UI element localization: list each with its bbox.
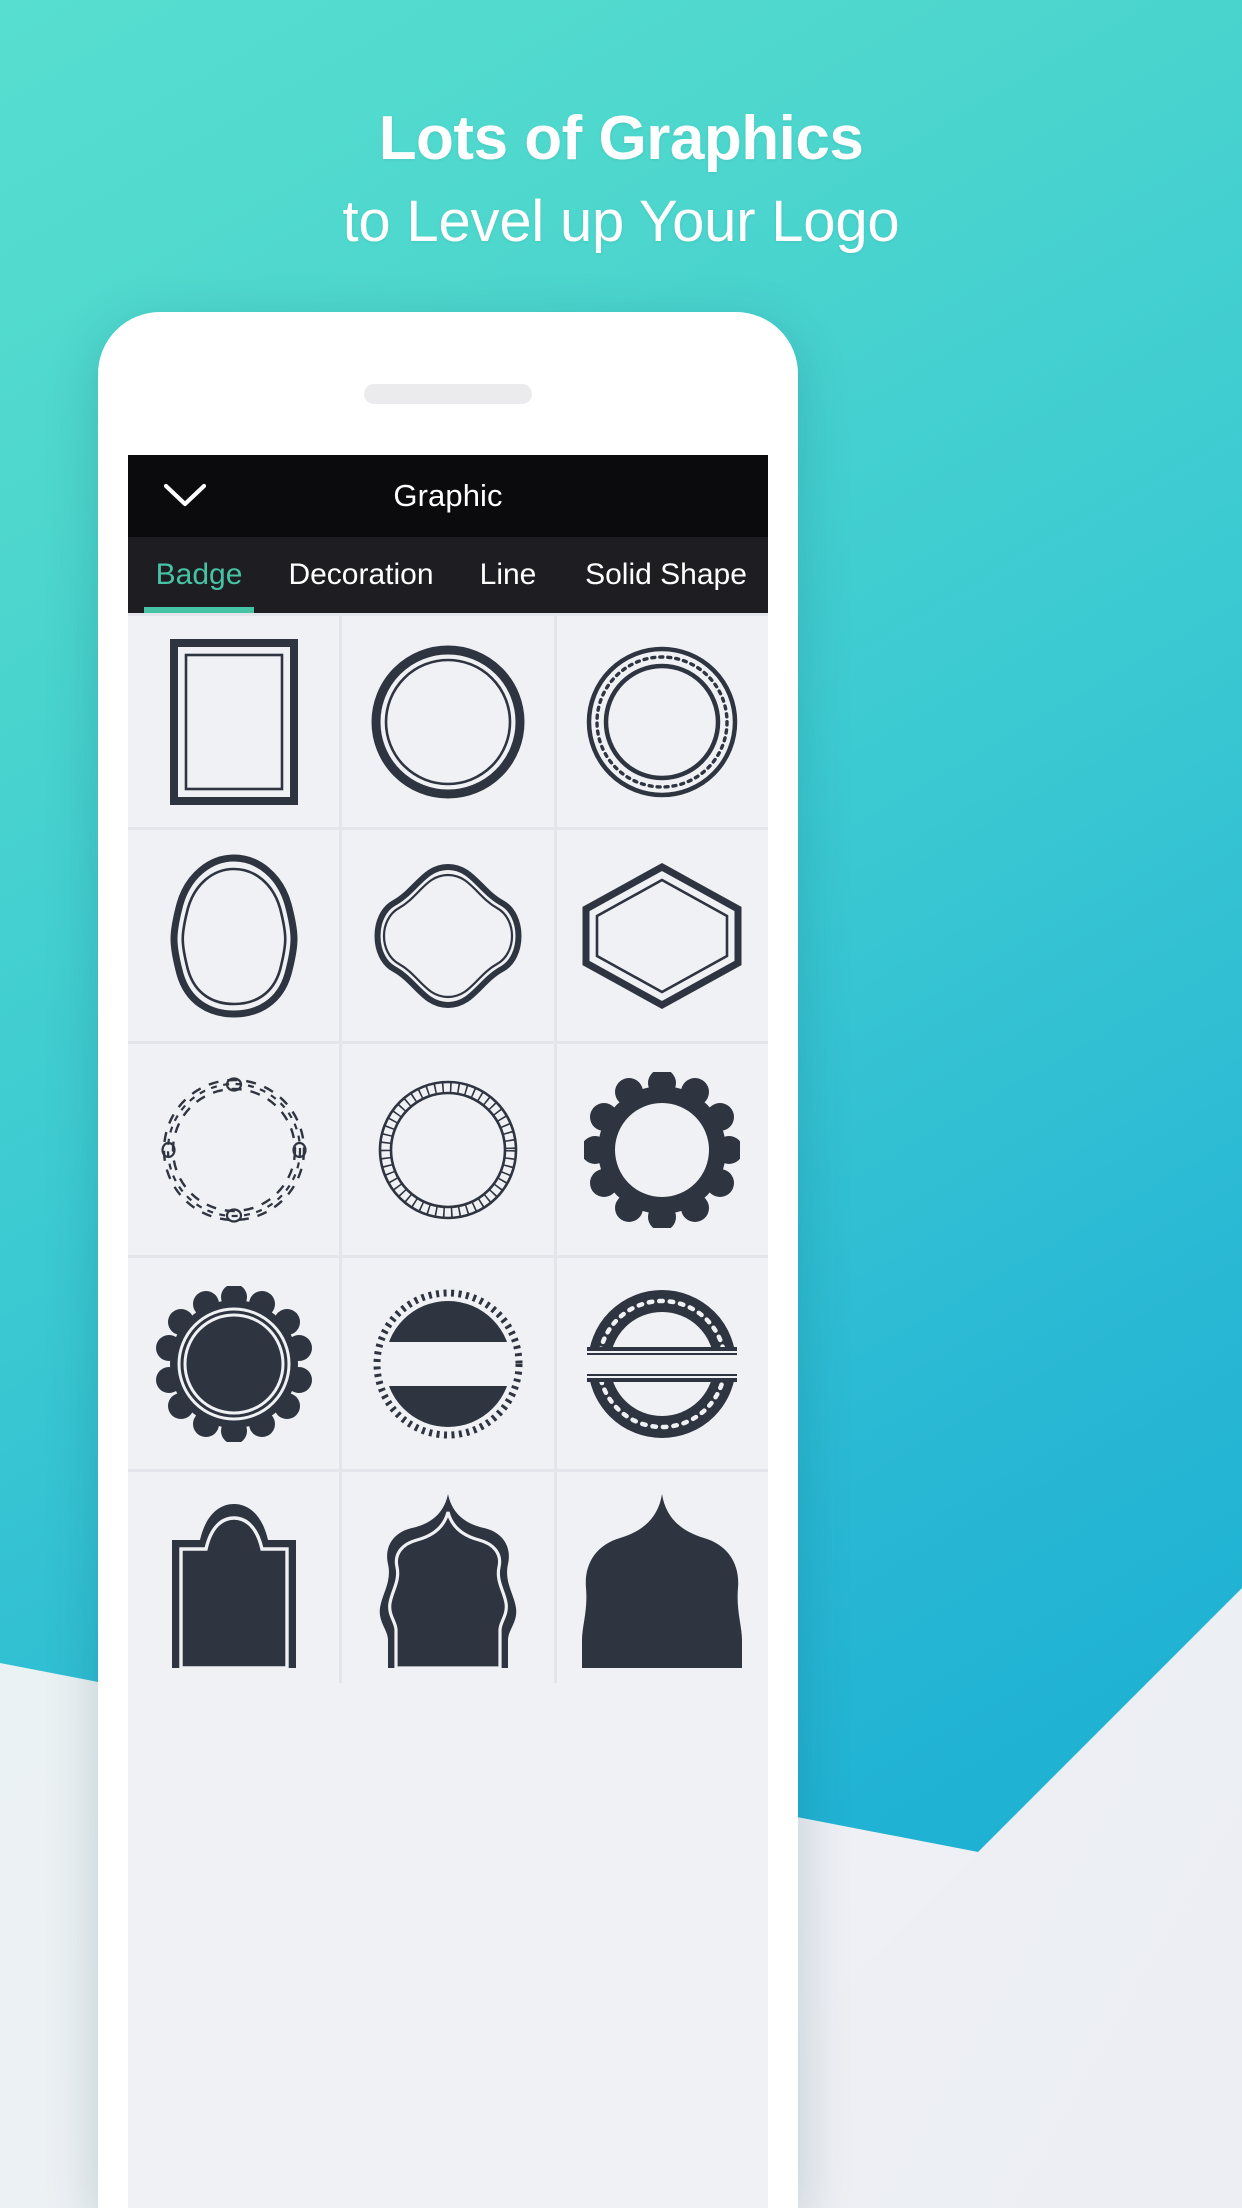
ornate-baroque-shield-badge-icon: [366, 1488, 530, 1668]
grid-item[interactable]: [342, 1258, 554, 1469]
tab-badge-label: Badge: [155, 558, 243, 591]
rounded-hexagon-outline-badge-icon: [154, 852, 314, 1020]
phone-speaker-grille: [364, 384, 532, 404]
hexagon-double-outline-badge-icon: [578, 861, 746, 1011]
grid-item[interactable]: [128, 1044, 340, 1255]
grid-item[interactable]: [342, 1472, 554, 1683]
app-screen: Graphic Badge Decoration Line Solid Shap…: [128, 455, 768, 2208]
grid-item[interactable]: [342, 1044, 554, 1255]
graphic-grid: [128, 613, 768, 1683]
promo-headline-line1: Lots of Graphics: [378, 104, 864, 173]
grid-item[interactable]: [342, 830, 554, 1041]
page-title: Graphic: [393, 478, 503, 513]
tab-line[interactable]: Line: [452, 537, 564, 613]
arched-plaque-badge-icon: [164, 1488, 304, 1668]
grid-item[interactable]: [128, 616, 340, 827]
rounded-crest-badge-icon: [578, 1488, 746, 1668]
category-tab-bar: Badge Decoration Line Solid Shape: [128, 537, 768, 613]
promo-headline-line2: to Level up Your Logo: [342, 189, 900, 254]
tab-badge[interactable]: Badge: [128, 537, 270, 613]
promo-headline: Lots of Graphics to Level up Your Logo: [0, 100, 1242, 266]
grid-item[interactable]: [556, 616, 768, 827]
solid-scalloped-ring-badge-icon: [584, 1071, 741, 1228]
tab-solid-shape[interactable]: Solid Shape: [564, 537, 768, 613]
grid-item[interactable]: [556, 830, 768, 1041]
grid-item[interactable]: [556, 1258, 768, 1469]
grid-item[interactable]: [128, 830, 340, 1041]
grid-item[interactable]: [556, 1044, 768, 1255]
tab-decoration[interactable]: Decoration: [270, 537, 452, 613]
braided-guilloche-circle-badge-icon: [158, 1074, 310, 1226]
grid-item[interactable]: [342, 616, 554, 827]
app-header-bar: Graphic: [128, 455, 768, 537]
dotted-double-ring-circle-badge-icon: [583, 643, 741, 801]
tab-solid-shape-label: Solid Shape: [585, 558, 747, 591]
phone-mockup: Graphic Badge Decoration Line Solid Shap…: [98, 312, 798, 2208]
split-dotted-ring-badge-icon: [582, 1286, 742, 1442]
grid-item[interactable]: [556, 1472, 768, 1683]
double-ring-circle-badge-icon: [369, 643, 527, 801]
grid-item[interactable]: [128, 1258, 340, 1469]
chevron-down-icon[interactable]: [150, 455, 220, 537]
tab-decoration-label: Decoration: [288, 558, 434, 591]
split-banner-dashed-circle-badge-icon: [370, 1286, 526, 1442]
wavy-blob-outline-badge-icon: [364, 861, 532, 1011]
rope-circle-badge-icon: [372, 1074, 524, 1226]
grid-item[interactable]: [128, 1472, 340, 1683]
double-line-rectangle-badge-icon: [169, 638, 299, 806]
tab-line-label: Line: [479, 558, 537, 591]
solid-scalloped-seal-badge-icon: [155, 1285, 312, 1442]
